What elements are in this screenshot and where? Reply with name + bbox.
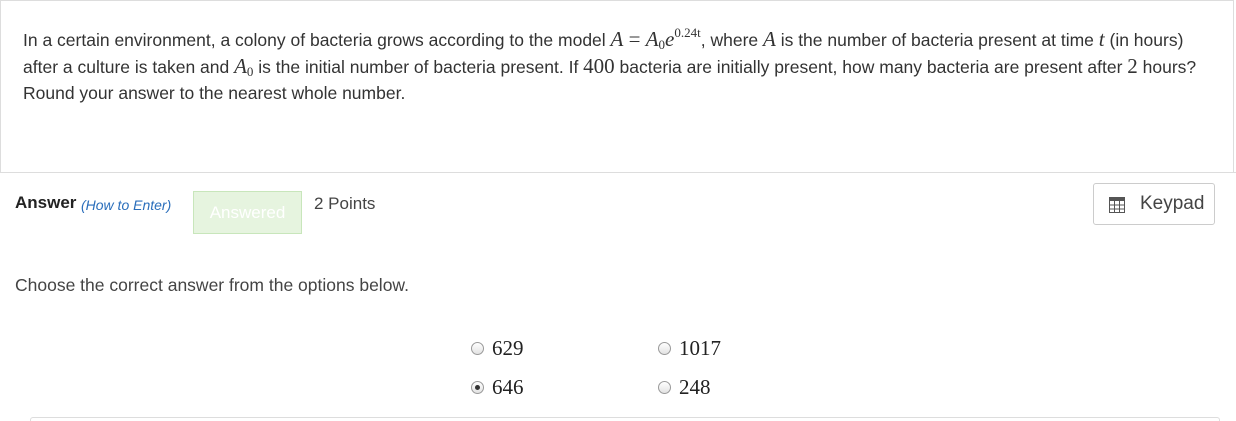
answer-label: Answer (15, 193, 77, 212)
radio-button-selected[interactable] (471, 381, 484, 394)
hours-value: 2 (1127, 54, 1138, 78)
next-panel-edge (30, 417, 1220, 421)
question-intro: In a certain environment, a colony of ba… (23, 30, 611, 50)
keypad-grid-icon (1109, 197, 1125, 213)
option-label: 629 (492, 336, 524, 360)
initial-value: 400 (583, 54, 615, 78)
keypad-label: Keypad (1140, 193, 1205, 214)
how-to-enter-link[interactable]: (How to Enter) (81, 197, 171, 213)
question-text-part: is the number of bacteria present at tim… (775, 30, 1099, 50)
answered-status-badge: Answered (193, 191, 302, 234)
variable-a0: A0 (234, 54, 254, 79)
growth-formula: A = A0e0.24t (610, 25, 701, 52)
instructions-text: Choose the correct answer from the optio… (15, 275, 409, 295)
radio-button[interactable] (471, 342, 484, 355)
option-label: 1017 (679, 336, 721, 360)
answer-section: Answer (How to Enter) Answered 2 Points … (0, 172, 1236, 421)
question-text: In a certain environment, a colony of ba… (23, 26, 1218, 106)
variable-a: A (763, 27, 776, 51)
option-label: 248 (679, 375, 711, 399)
option-label: 646 (492, 375, 524, 399)
radio-button[interactable] (658, 342, 671, 355)
radio-button[interactable] (658, 381, 671, 394)
question-text-part: , where (700, 30, 763, 50)
question-text-part: is the initial number of bacteria presen… (253, 57, 584, 77)
question-panel: In a certain environment, a colony of ba… (0, 0, 1234, 172)
keypad-button[interactable]: Keypad (1093, 183, 1215, 225)
points-label: 2 Points (314, 194, 376, 213)
question-text-part: bacteria are initially present, how many… (614, 57, 1128, 77)
